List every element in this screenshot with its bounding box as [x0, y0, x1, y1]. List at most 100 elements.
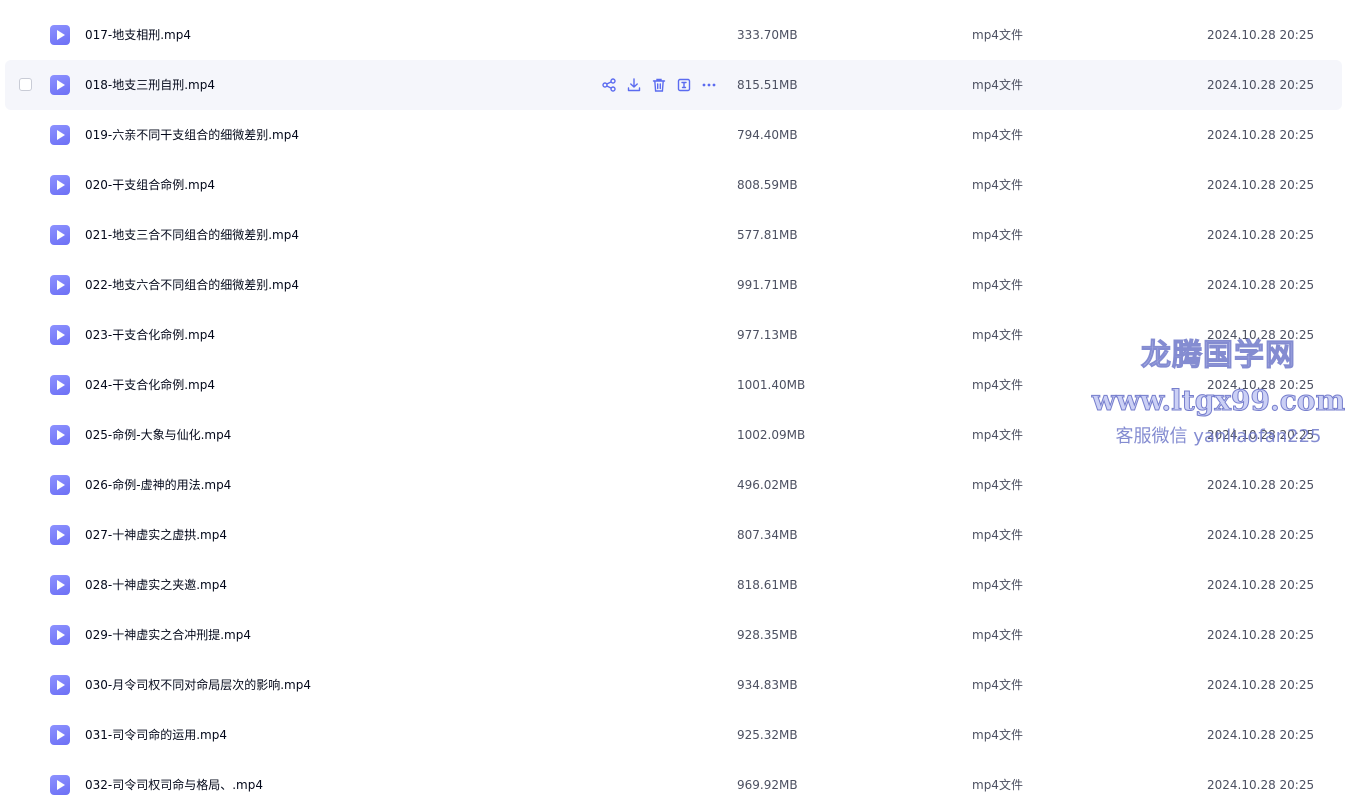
file-date: 2024.10.28 20:25 [1207, 278, 1315, 292]
file-type: mp4文件 [972, 328, 1023, 342]
delete-icon[interactable] [651, 77, 667, 93]
video-file-icon [50, 125, 70, 145]
file-date: 2024.10.28 20:25 [1207, 578, 1315, 592]
file-list: 017-地支相刑.mp4 333.70MB mp4文件 2024.10.28 20:2… [0, 0, 1347, 805]
file-row[interactable]: 025-命例-大象与仙化.mp4 1002.09MB mp4文件 2024.10.28… [5, 410, 1342, 460]
file-row[interactable]: 031-司令司命的运用.mp4 925.32MB mp4文件 2024.10.28 2… [5, 710, 1342, 760]
file-date: 2024.10.28 20:25 [1207, 128, 1315, 142]
file-row[interactable]: 023-干支合化命例.mp4 977.13MB mp4文件 2024.10.28 20… [5, 310, 1342, 360]
file-size: 1002.09MB [737, 428, 806, 442]
file-name[interactable]: 017-地支相刑.mp4 [85, 10, 191, 60]
video-file-icon [50, 725, 70, 745]
file-row[interactable]: 024-干支合化命例.mp4 1001.40MB mp4文件 2024.10.28 2… [5, 360, 1342, 410]
file-row[interactable]: 032-司令司权司命与格局、.mp4 969.92MB mp4文件 2024.10.2… [5, 760, 1342, 805]
file-type: mp4文件 [972, 128, 1023, 142]
file-name[interactable]: 027-十神虚实之虚拱.mp4 [85, 510, 227, 560]
file-date: 2024.10.28 20:25 [1207, 378, 1315, 392]
file-date: 2024.10.28 20:25 [1207, 78, 1315, 92]
file-size: 577.81MB [737, 228, 798, 242]
file-row[interactable]: 021-地支三合不同组合的细微差别.mp4 577.81MB mp4文件 2024.1… [5, 210, 1342, 260]
file-size: 925.32MB [737, 728, 798, 742]
file-row[interactable]: 028-十神虚实之夹邀.mp4 818.61MB mp4文件 2024.10.28 2… [5, 560, 1342, 610]
video-file-icon [50, 575, 70, 595]
file-type: mp4文件 [972, 78, 1023, 92]
file-date: 2024.10.28 20:25 [1207, 178, 1315, 192]
file-row[interactable]: 029-十神虚实之合冲刑提.mp4 928.35MB mp4文件 2024.10.28… [5, 610, 1342, 660]
file-size: 807.34MB [737, 528, 798, 542]
video-file-icon [50, 675, 70, 695]
row-checkbox[interactable] [19, 78, 32, 91]
file-name[interactable]: 020-干支组合命例.mp4 [85, 160, 215, 210]
video-file-icon [50, 375, 70, 395]
download-icon[interactable] [626, 77, 642, 93]
video-file-icon [50, 175, 70, 195]
file-size: 1001.40MB [737, 378, 806, 392]
video-file-icon [50, 425, 70, 445]
file-size: 991.71MB [737, 278, 798, 292]
file-size: 815.51MB [737, 78, 798, 92]
file-type: mp4文件 [972, 778, 1023, 792]
file-type: mp4文件 [972, 428, 1023, 442]
file-date: 2024.10.28 20:25 [1207, 728, 1315, 742]
file-name[interactable]: 032-司令司权司命与格局、.mp4 [85, 760, 263, 805]
file-row[interactable]: 030-月令司权不同对命局层次的影响.mp4 934.83MB mp4文件 2024.… [5, 660, 1342, 710]
rename-icon[interactable] [676, 77, 692, 93]
file-name[interactable]: 029-十神虚实之合冲刑提.mp4 [85, 610, 251, 660]
file-date: 2024.10.28 20:25 [1207, 228, 1315, 242]
file-name[interactable]: 030-月令司权不同对命局层次的影响.mp4 [85, 660, 311, 710]
video-file-icon [50, 625, 70, 645]
file-size: 818.61MB [737, 578, 798, 592]
video-file-icon [50, 325, 70, 345]
video-file-icon [50, 275, 70, 295]
file-name[interactable]: 019-六亲不同干支组合的细微差别.mp4 [85, 110, 299, 160]
file-row[interactable]: 026-命例-虚神的用法.mp4 496.02MB mp4文件 2024.10.28 … [5, 460, 1342, 510]
file-type: mp4文件 [972, 628, 1023, 642]
file-date: 2024.10.28 20:25 [1207, 678, 1315, 692]
share-icon[interactable] [601, 77, 617, 93]
file-name[interactable]: 031-司令司命的运用.mp4 [85, 710, 227, 760]
file-row[interactable]: 018-地支三刑自刑.mp4 815.51MB mp4文件 2024.10.28 20… [5, 60, 1342, 110]
file-row[interactable]: 019-六亲不同干支组合的细微差别.mp4 794.40MB mp4文件 2024.1… [5, 110, 1342, 160]
file-name[interactable]: 018-地支三刑自刑.mp4 [85, 60, 215, 110]
file-date: 2024.10.28 20:25 [1207, 528, 1315, 542]
video-file-icon [50, 75, 70, 95]
file-size: 808.59MB [737, 178, 798, 192]
video-file-icon [50, 475, 70, 495]
file-type: mp4文件 [972, 678, 1023, 692]
file-type: mp4文件 [972, 278, 1023, 292]
video-file-icon [50, 225, 70, 245]
video-file-icon [50, 25, 70, 45]
file-type: mp4文件 [972, 228, 1023, 242]
file-date: 2024.10.28 20:25 [1207, 478, 1315, 492]
file-type: mp4文件 [972, 478, 1023, 492]
file-name[interactable]: 023-干支合化命例.mp4 [85, 310, 215, 360]
file-date: 2024.10.28 20:25 [1207, 328, 1315, 342]
file-type: mp4文件 [972, 578, 1023, 592]
file-name[interactable]: 026-命例-虚神的用法.mp4 [85, 460, 231, 510]
file-date: 2024.10.28 20:25 [1207, 628, 1315, 642]
video-file-icon [50, 775, 70, 795]
file-date: 2024.10.28 20:25 [1207, 778, 1315, 792]
file-row[interactable]: 017-地支相刑.mp4 333.70MB mp4文件 2024.10.28 20:2… [5, 10, 1342, 60]
file-row[interactable]: 022-地支六合不同组合的细微差别.mp4 991.71MB mp4文件 2024.1… [5, 260, 1342, 310]
file-type: mp4文件 [972, 378, 1023, 392]
file-date: 2024.10.28 20:25 [1207, 28, 1315, 42]
file-size: 794.40MB [737, 128, 798, 142]
file-size: 496.02MB [737, 478, 798, 492]
file-date: 2024.10.28 20:25 [1207, 428, 1315, 442]
file-row[interactable]: 020-干支组合命例.mp4 808.59MB mp4文件 2024.10.28 20… [5, 160, 1342, 210]
file-name[interactable]: 028-十神虚实之夹邀.mp4 [85, 560, 227, 610]
file-size: 934.83MB [737, 678, 798, 692]
file-name[interactable]: 022-地支六合不同组合的细微差别.mp4 [85, 260, 299, 310]
file-type: mp4文件 [972, 28, 1023, 42]
file-size: 333.70MB [737, 28, 798, 42]
file-name[interactable]: 021-地支三合不同组合的细微差别.mp4 [85, 210, 299, 260]
file-name[interactable]: 025-命例-大象与仙化.mp4 [85, 410, 231, 460]
file-size: 969.92MB [737, 778, 798, 792]
file-type: mp4文件 [972, 528, 1023, 542]
file-name[interactable]: 024-干支合化命例.mp4 [85, 360, 215, 410]
more-icon[interactable] [701, 77, 717, 93]
file-type: mp4文件 [972, 178, 1023, 192]
file-type: mp4文件 [972, 728, 1023, 742]
file-row[interactable]: 027-十神虚实之虚拱.mp4 807.34MB mp4文件 2024.10.28 2… [5, 510, 1342, 560]
